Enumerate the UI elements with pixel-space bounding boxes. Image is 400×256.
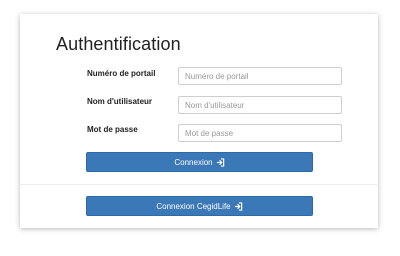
login-button[interactable]: Connexion — [86, 152, 313, 172]
page-title: Authentification — [56, 34, 181, 54]
login-button-label: Connexion — [174, 157, 213, 167]
section-divider — [20, 184, 378, 185]
username-label: Nom d'utilisateur — [87, 97, 153, 106]
sign-in-icon — [216, 157, 224, 167]
username-input[interactable] — [178, 96, 342, 114]
password-input[interactable] — [178, 124, 342, 142]
cegidlife-button-label: Connexion CegidLife — [156, 201, 231, 211]
sign-in-icon — [234, 201, 242, 211]
cegidlife-login-button[interactable]: Connexion CegidLife — [86, 196, 313, 216]
portal-number-input[interactable] — [178, 67, 342, 85]
portal-number-label: Numéro de portail — [87, 69, 156, 78]
password-label: Mot de passe — [87, 125, 138, 134]
login-card: Authentification Numéro de portail Nom d… — [20, 14, 378, 228]
